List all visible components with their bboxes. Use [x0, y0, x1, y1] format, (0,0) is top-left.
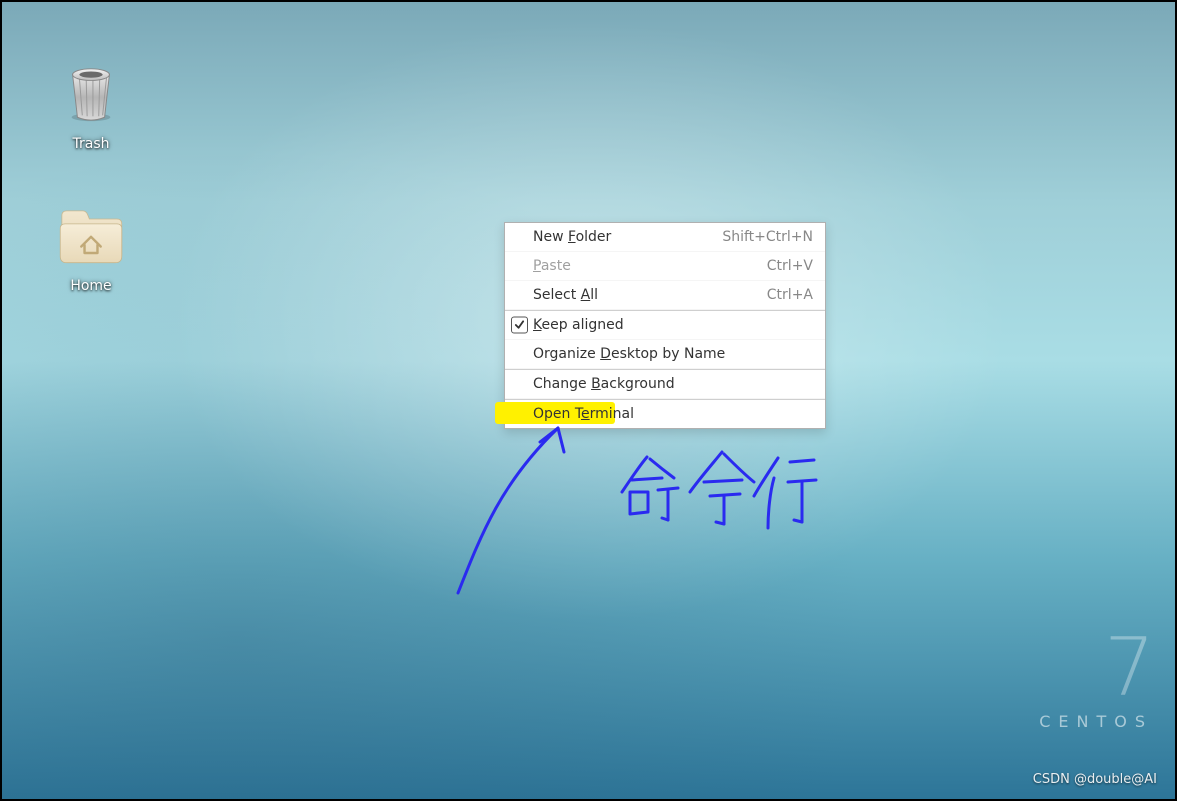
menu-item-label: Keep aligned: [533, 317, 813, 333]
menu-item-label: Change Background: [533, 376, 813, 392]
menu-shortcut: Ctrl+A: [767, 287, 813, 303]
centos-version: 7: [1039, 628, 1153, 708]
desktop-context-menu: New Folder Shift+Ctrl+N Paste Ctrl+V Sel…: [504, 222, 826, 429]
menu-item-label: Paste: [533, 258, 767, 274]
menu-item-label: New Folder: [533, 229, 722, 245]
desktop-icon-label: Trash: [36, 136, 146, 152]
menu-item-label: Open Terminal: [533, 406, 813, 422]
menu-item-organize-desktop[interactable]: Organize Desktop by Name: [505, 340, 825, 369]
desktop-icon-trash[interactable]: Trash: [36, 60, 146, 152]
menu-item-new-folder[interactable]: New Folder Shift+Ctrl+N: [505, 223, 825, 252]
menu-item-select-all[interactable]: Select All Ctrl+A: [505, 281, 825, 310]
desktop-icon-label: Home: [36, 278, 146, 294]
checkbox-checked-icon: [511, 317, 528, 334]
trash-icon: [57, 60, 125, 128]
desktop-icon-home[interactable]: Home: [36, 202, 146, 294]
folder-home-icon: [57, 202, 125, 270]
centos-watermark: 7 CENTOS: [1039, 628, 1153, 731]
menu-shortcut: Shift+Ctrl+N: [722, 229, 813, 245]
menu-item-change-background[interactable]: Change Background: [505, 369, 825, 399]
menu-item-label: Organize Desktop by Name: [533, 346, 813, 362]
watermark-credit: CSDN @double@AI: [1033, 772, 1157, 787]
centos-word: CENTOS: [1039, 712, 1153, 731]
menu-item-paste: Paste Ctrl+V: [505, 252, 825, 281]
menu-item-label: Select All: [533, 287, 767, 303]
menu-item-keep-aligned[interactable]: Keep aligned: [505, 310, 825, 340]
desktop[interactable]: Trash: [2, 2, 1175, 799]
menu-shortcut: Ctrl+V: [767, 258, 813, 274]
menu-item-open-terminal[interactable]: Open Terminal: [505, 399, 825, 428]
